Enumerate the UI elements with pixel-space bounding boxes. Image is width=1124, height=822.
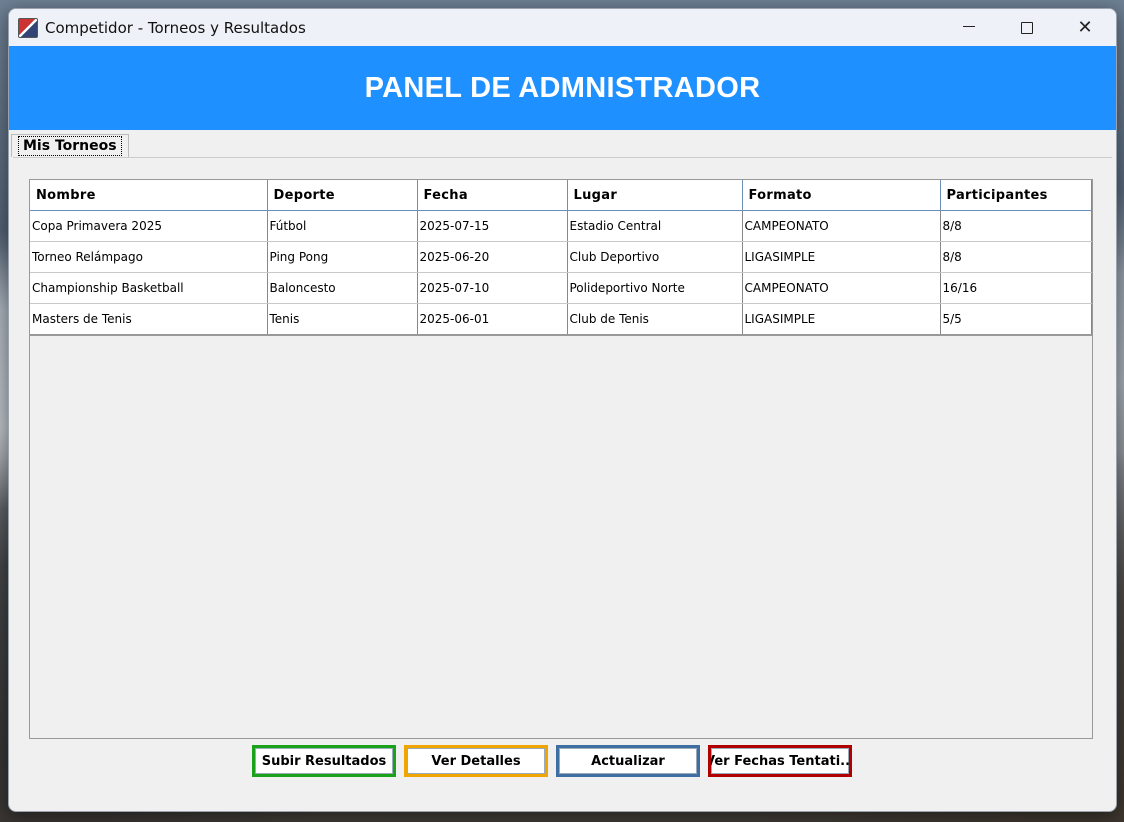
cell-lugar[interactable]: Club Deportivo (567, 241, 743, 273)
page-title: PANEL DE ADMNISTRADOR (364, 71, 761, 104)
cell-participantes[interactable]: 16/16 (940, 272, 1092, 304)
close-button[interactable]: ✕ (1056, 9, 1114, 46)
cell-participantes[interactable]: 8/8 (940, 241, 1092, 273)
table-row[interactable]: Torneo Relámpago Ping Pong 2025-06-20 Cl… (30, 241, 1092, 273)
table-header-row: Nombre Deporte Fecha Lugar Formato Parti… (30, 180, 1092, 211)
cell-fecha[interactable]: 2025-07-10 (417, 272, 568, 304)
ver-detalles-label: Ver Detalles (407, 748, 545, 774)
action-buttons: Subir Resultados Ver Detalles Actualizar… (252, 745, 852, 777)
app-window: Competidor - Torneos y Resultados ✕ PANE… (8, 8, 1117, 812)
cell-formato[interactable]: CAMPEONATO (742, 272, 941, 304)
table-row[interactable]: Masters de Tenis Tenis 2025-06-01 Club d… (30, 303, 1092, 336)
title-bar[interactable]: Competidor - Torneos y Resultados ✕ (9, 9, 1116, 46)
java-app-icon (18, 18, 38, 38)
cell-formato[interactable]: CAMPEONATO (742, 210, 941, 242)
column-header-fecha[interactable]: Fecha (417, 180, 568, 211)
tab-mis-torneos[interactable]: Mis Torneos (11, 134, 129, 157)
subir-resultados-button[interactable]: Subir Resultados (252, 745, 396, 777)
minimize-icon (963, 26, 975, 27)
cell-deporte[interactable]: Fútbol (267, 210, 418, 242)
column-header-lugar[interactable]: Lugar (567, 180, 743, 211)
cell-nombre[interactable]: Championship Basketball (30, 272, 268, 304)
cell-deporte[interactable]: Ping Pong (267, 241, 418, 273)
cell-nombre[interactable]: Torneo Relámpago (30, 241, 268, 273)
subir-resultados-label: Subir Resultados (255, 748, 393, 774)
window-title: Competidor - Torneos y Resultados (45, 19, 306, 37)
cell-deporte[interactable]: Tenis (267, 303, 418, 336)
cell-fecha[interactable]: 2025-07-15 (417, 210, 568, 242)
column-header-formato[interactable]: Formato (742, 180, 941, 211)
column-header-nombre[interactable]: Nombre (30, 180, 268, 211)
header-banner: PANEL DE ADMNISTRADOR (9, 46, 1116, 130)
ver-fechas-tentativas-label: Ver Fechas Tentati... (711, 748, 849, 774)
column-header-deporte[interactable]: Deporte (267, 180, 418, 211)
minimize-button[interactable] (940, 9, 998, 46)
maximize-button[interactable] (998, 9, 1056, 46)
tab-label: Mis Torneos (18, 136, 122, 156)
tournaments-table: Nombre Deporte Fecha Lugar Formato Parti… (30, 180, 1092, 336)
cell-lugar[interactable]: Estadio Central (567, 210, 743, 242)
tournaments-table-scrollpane[interactable]: Nombre Deporte Fecha Lugar Formato Parti… (29, 179, 1093, 739)
cell-participantes[interactable]: 5/5 (940, 303, 1092, 336)
cell-fecha[interactable]: 2025-06-01 (417, 303, 568, 336)
cell-formato[interactable]: LIGASIMPLE (742, 303, 941, 336)
cell-lugar[interactable]: Club de Tenis (567, 303, 743, 336)
cell-deporte[interactable]: Baloncesto (267, 272, 418, 304)
actualizar-label: Actualizar (559, 748, 697, 774)
cell-fecha[interactable]: 2025-06-20 (417, 241, 568, 273)
close-icon: ✕ (1077, 17, 1093, 38)
cell-nombre[interactable]: Masters de Tenis (30, 303, 268, 336)
table-row[interactable]: Championship Basketball Baloncesto 2025-… (30, 272, 1092, 304)
cell-participantes[interactable]: 8/8 (940, 210, 1092, 242)
table-row[interactable]: Copa Primavera 2025 Fútbol 2025-07-15 Es… (30, 210, 1092, 242)
actualizar-button[interactable]: Actualizar (556, 745, 700, 777)
column-header-participantes[interactable]: Participantes (940, 180, 1092, 211)
cell-formato[interactable]: LIGASIMPLE (742, 241, 941, 273)
maximize-icon (1021, 21, 1033, 34)
cell-lugar[interactable]: Polideportivo Norte (567, 272, 743, 304)
ver-fechas-tentativas-button[interactable]: Ver Fechas Tentati... (708, 745, 852, 777)
cell-nombre[interactable]: Copa Primavera 2025 (30, 210, 268, 242)
ver-detalles-button[interactable]: Ver Detalles (404, 745, 548, 777)
